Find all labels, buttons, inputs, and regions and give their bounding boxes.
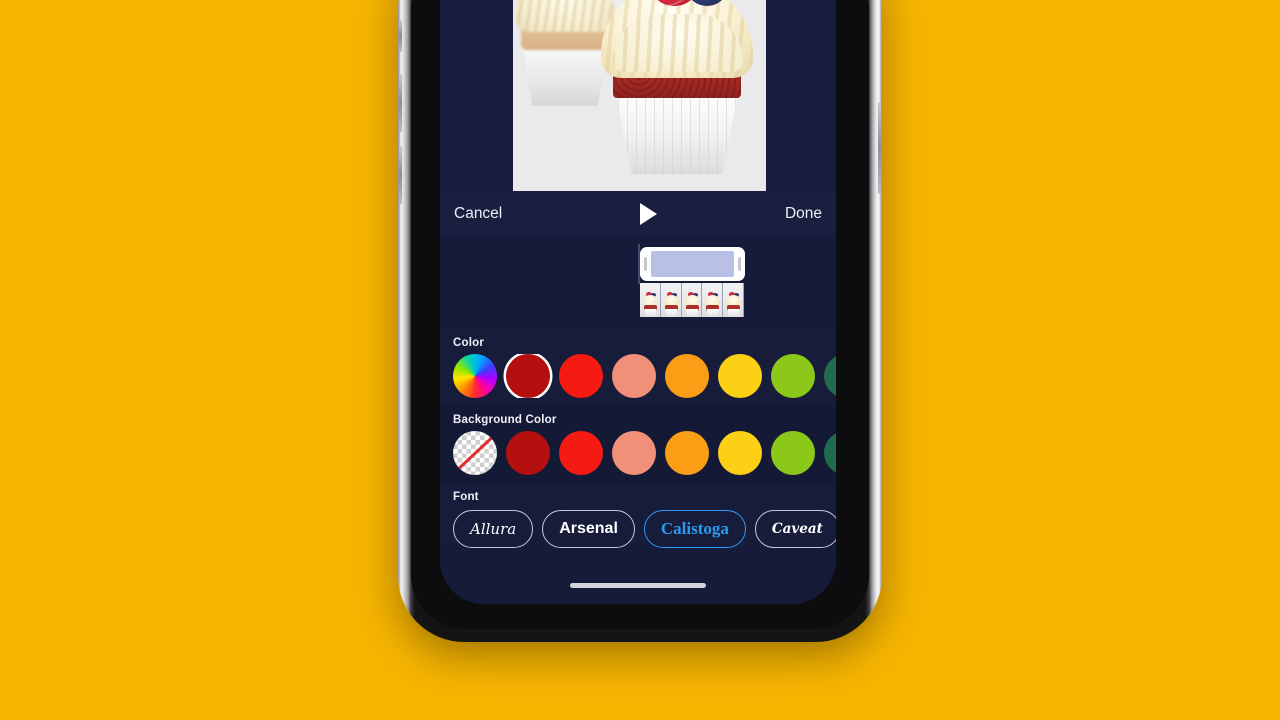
filmstrip-frame[interactable]: [702, 283, 724, 317]
filmstrip[interactable]: [640, 283, 744, 317]
color-section: Color: [440, 329, 836, 406]
swatch-transparent[interactable]: [453, 431, 497, 475]
filmstrip-frame[interactable]: [723, 283, 744, 317]
font-chip-caveat[interactable]: Caveat: [754, 510, 836, 548]
back-cupcake-frosting: [515, 0, 615, 32]
font-chip-row[interactable]: AlluraArsenalCalistogaCaveatHepta Slab: [440, 508, 836, 548]
timeline-area[interactable]: [440, 237, 836, 329]
background-color-section: Background Color: [440, 406, 836, 483]
photo-canvas[interactable]: [513, 0, 766, 191]
filmstrip-frame[interactable]: [681, 283, 703, 317]
swatch-yellow[interactable]: [718, 431, 762, 475]
frame-liner: [706, 309, 720, 317]
swatch-dark-red[interactable]: [506, 431, 550, 475]
frame-liner: [727, 309, 740, 317]
filmstrip-frame[interactable]: [660, 283, 682, 317]
swatch-lime-green[interactable]: [771, 354, 815, 398]
preview-area[interactable]: [440, 0, 836, 191]
power-button[interactable]: [878, 102, 881, 194]
front-cupcake-frosting-swirl: [613, 14, 743, 72]
phone-mockup: Let’s Bake! Cancel Done: [398, 0, 882, 642]
swatch-salmon[interactable]: [612, 431, 656, 475]
volume-down-button[interactable]: [399, 146, 402, 204]
trim-selected-range[interactable]: [651, 251, 734, 277]
cupcake-photo: [513, 0, 766, 191]
background-color-swatch-row[interactable]: [440, 431, 836, 475]
swatch-dark-green[interactable]: [824, 354, 836, 398]
swatch-orange[interactable]: [665, 354, 709, 398]
swatch-lime-green[interactable]: [771, 431, 815, 475]
trim-handle-right[interactable]: [738, 257, 741, 271]
video-text-editor-app: Let’s Bake! Cancel Done: [440, 0, 836, 604]
color-swatch-row[interactable]: [440, 354, 836, 398]
play-icon[interactable]: [640, 203, 658, 225]
swatch-orange[interactable]: [665, 431, 709, 475]
color-section-label: Color: [453, 337, 485, 349]
cancel-button[interactable]: Cancel: [454, 205, 502, 223]
font-section-label: Font: [453, 491, 479, 503]
frame-liner: [644, 309, 657, 317]
font-chip-calistoga[interactable]: Calistoga: [643, 510, 746, 548]
font-section: Font AlluraArsenalCalistogaCaveatHepta S…: [440, 483, 836, 548]
frame-liner: [665, 309, 678, 317]
swatch-yellow[interactable]: [718, 354, 762, 398]
swatch-salmon[interactable]: [612, 354, 656, 398]
swatch-color-wheel[interactable]: [453, 354, 497, 398]
editor-toolbar: Cancel Done: [440, 191, 836, 237]
frame-liner: [685, 309, 699, 317]
swatch-dark-green[interactable]: [824, 431, 836, 475]
trim-widget[interactable]: [638, 244, 745, 284]
swatch-red[interactable]: [559, 431, 603, 475]
done-button[interactable]: Done: [785, 205, 822, 223]
font-chip-allura[interactable]: Allura: [453, 510, 534, 548]
filmstrip-frame[interactable]: [640, 283, 661, 317]
swatch-red[interactable]: [559, 354, 603, 398]
background-color-section-label: Background Color: [453, 414, 557, 426]
trim-handle-left[interactable]: [644, 257, 647, 271]
home-indicator: [570, 583, 706, 588]
trim-bar[interactable]: [640, 247, 745, 281]
swatch-dark-red[interactable]: [506, 354, 550, 398]
volume-up-button[interactable]: [399, 74, 402, 132]
silence-switch[interactable]: [399, 20, 402, 52]
font-chip-arsenal[interactable]: Arsenal: [542, 510, 635, 548]
phone-screen: Let’s Bake! Cancel Done: [440, 0, 836, 604]
